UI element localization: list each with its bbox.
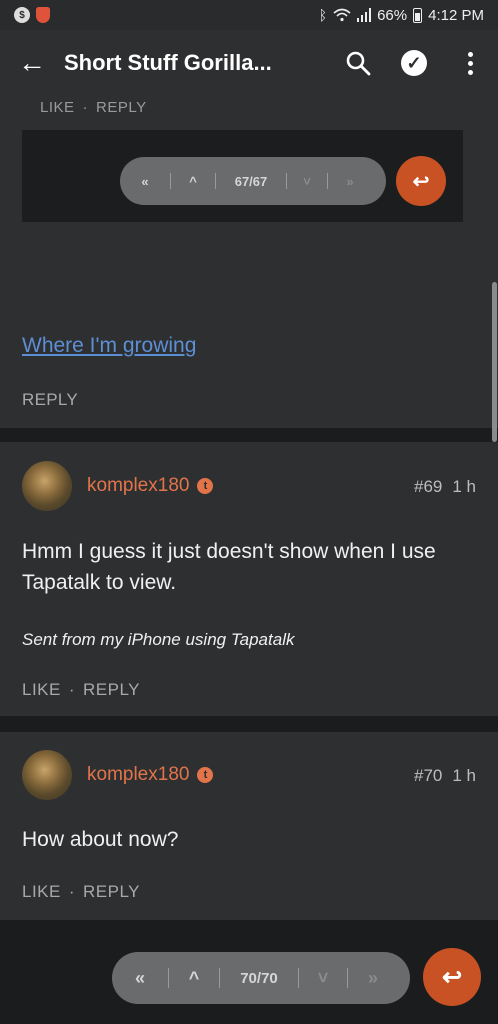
previous-post-actions: LIKE · REPLY	[40, 99, 147, 116]
post-number: #70	[413, 766, 443, 785]
post-card: komplex180 t #69 1 h Hmm I guess it just …	[0, 442, 498, 716]
page-count: 70/70	[240, 969, 278, 987]
like-button[interactable]: LIKE	[22, 882, 61, 901]
post-actions: LIKE · REPLY	[22, 882, 140, 902]
username-text: komplex180	[87, 475, 190, 496]
back-arrow-icon: ←	[18, 47, 46, 78]
like-button[interactable]: LIKE	[40, 99, 75, 116]
like-button[interactable]: LIKE	[22, 680, 61, 699]
next-page-button[interactable]: ˅	[299, 952, 347, 1004]
reply-button[interactable]: REPLY	[83, 680, 140, 699]
clock: 4:12 PM	[428, 6, 484, 24]
post-body: Hmm I guess it just doesn't show when I …	[22, 540, 436, 594]
username[interactable]: komplex180 t	[87, 475, 214, 497]
where-im-growing-link[interactable]: Where I'm growing	[22, 334, 196, 358]
username-text: komplex180	[87, 764, 190, 785]
battery-icon	[413, 7, 423, 23]
status-bar: $ ᛒ 66% 4:12 PM	[0, 0, 498, 30]
check-icon: ✓	[401, 50, 427, 76]
search-button[interactable]	[330, 30, 386, 96]
prev-page-button[interactable]: ^	[169, 952, 219, 1004]
separator: ·	[82, 99, 89, 116]
overflow-menu-button[interactable]	[442, 30, 498, 96]
avatar[interactable]	[22, 461, 72, 511]
post-meta: #69 1 h	[414, 477, 476, 497]
reply-icon: ↩	[441, 963, 463, 991]
reply-button[interactable]: REPLY	[96, 99, 147, 116]
post-meta: #70 1 h	[414, 766, 476, 786]
first-page-button[interactable]: «	[112, 952, 168, 1004]
post-body: How about now?	[22, 828, 179, 851]
separator: ·	[68, 882, 76, 901]
dollar-icon: $	[14, 7, 30, 23]
reply-icon: ↩	[412, 170, 430, 193]
embedded-reply-fab: ↩	[396, 156, 446, 206]
previous-post-card: LIKE · REPLY « ^ 67/67 ˅ » ↩ Where I'm gro…	[0, 96, 498, 428]
more-vert-icon	[467, 51, 473, 75]
wifi-icon	[333, 8, 351, 22]
embedded-pager: « ^ 67/67 ˅ »	[120, 157, 386, 205]
last-page-button[interactable]: »	[348, 952, 398, 1004]
next-page-icon: ˅	[303, 173, 311, 189]
post-actions: LIKE · REPLY	[22, 680, 140, 700]
shield-icon	[36, 7, 50, 23]
post-number: #69	[413, 477, 443, 496]
post-time: 1 h	[452, 766, 476, 785]
reply-button[interactable]: REPLY	[22, 390, 78, 410]
embedded-screenshot: « ^ 67/67 ˅ » ↩	[22, 130, 463, 222]
reply-fab[interactable]: ↩	[423, 948, 481, 1006]
avatar[interactable]	[22, 750, 72, 800]
post-card: komplex180 t #70 1 h How about now? LIKE ·…	[0, 732, 498, 920]
username[interactable]: komplex180 t	[87, 764, 214, 786]
mark-read-button[interactable]: ✓	[386, 30, 442, 96]
separator: ·	[68, 680, 76, 699]
first-page-icon: «	[141, 173, 149, 189]
signal-icon	[357, 8, 372, 22]
reply-button[interactable]: REPLY	[83, 882, 140, 901]
battery-percent: 66%	[377, 6, 408, 24]
page-title: Short Stuff Gorilla...	[64, 50, 272, 75]
scrollbar[interactable]	[492, 282, 497, 442]
prev-page-icon: ^	[189, 173, 197, 189]
app-bar: ← Short Stuff Gorilla... ✓	[0, 30, 498, 96]
tapatalk-badge-icon: t	[197, 478, 214, 494]
bluetooth-icon: ᛒ	[318, 7, 328, 23]
last-page-icon: »	[346, 173, 354, 189]
back-button[interactable]: ←	[0, 30, 64, 96]
embedded-page-count: 67/67	[234, 173, 268, 189]
post-signature: Sent from my iPhone using Tapatalk	[22, 630, 295, 649]
post-time: 1 h	[452, 477, 476, 496]
thread-pager: « ^ 70/70 ˅ »	[112, 952, 410, 1004]
search-icon	[346, 51, 371, 76]
tapatalk-badge-icon: t	[197, 767, 214, 783]
